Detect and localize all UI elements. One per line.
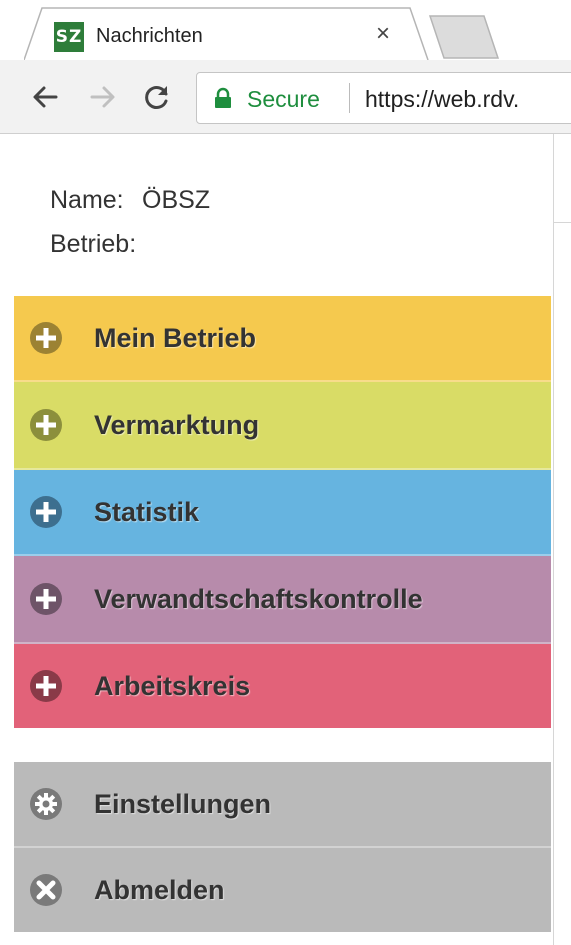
plus-circle-icon — [30, 322, 62, 354]
secure-label: Secure — [247, 86, 320, 112]
menu-item-einstellungen[interactable]: Einstellungen — [14, 762, 551, 848]
settings-menu: Einstellungen Abmelden — [14, 762, 551, 932]
menu-item-verwandtschaftskontrolle[interactable]: Verwandtschaftskontrolle — [14, 556, 551, 644]
name-row: Name: ÖBSZ — [50, 178, 210, 222]
menu-item-vermarktung[interactable]: Vermarktung — [14, 382, 551, 470]
menu-item-mein-betrieb[interactable]: Mein Betrieb — [14, 296, 551, 382]
tab-title: Nachrichten — [96, 25, 203, 47]
plus-circle-icon — [30, 409, 62, 441]
close-circle-icon — [30, 874, 62, 906]
page-content: Name: ÖBSZ Betrieb: Mein Betrieb Vermarkt… — [0, 134, 571, 945]
tab-outline — [24, 7, 429, 60]
plus-circle-icon — [30, 496, 62, 528]
menu-item-arbeitskreis[interactable]: Arbeitskreis — [14, 644, 551, 728]
menu-item-label: Arbeitskreis — [94, 670, 251, 701]
main-menu: Mein Betrieb Vermarktung Statistik Verwa… — [14, 296, 551, 728]
menu-item-label: Statistik — [94, 496, 200, 527]
name-value: ÖBSZ — [142, 186, 211, 214]
browser-tab-bar: SZ Nachrichten × — [0, 0, 571, 60]
name-label: Name: — [50, 186, 124, 214]
back-arrow-icon[interactable] — [28, 80, 62, 114]
menu-item-label: Abmelden — [94, 874, 225, 905]
user-info: Name: ÖBSZ Betrieb: — [50, 178, 210, 266]
plus-circle-icon — [30, 583, 62, 615]
address-bar[interactable]: Secure https://web.rdv. — [196, 72, 571, 124]
panel-border — [553, 134, 554, 945]
betrieb-label: Betrieb: — [50, 230, 137, 258]
address-separator — [349, 83, 350, 113]
site-favicon: SZ — [54, 22, 84, 52]
menu-item-label: Verwandtschaftskontrolle — [94, 583, 423, 614]
menu-item-label: Einstellungen — [94, 788, 272, 819]
new-tab-button[interactable] — [424, 14, 504, 60]
lock-icon — [215, 87, 231, 108]
url-text[interactable]: https://web.rdv. — [365, 86, 519, 113]
plus-circle-icon — [30, 670, 62, 702]
menu-item-abmelden[interactable]: Abmelden — [14, 848, 551, 932]
browser-toolbar: Secure https://web.rdv. — [0, 60, 571, 134]
menu-item-statistik[interactable]: Statistik — [14, 470, 551, 556]
betrieb-row: Betrieb: — [50, 222, 210, 266]
gear-icon — [30, 788, 62, 820]
forward-arrow-icon[interactable] — [86, 80, 120, 114]
menu-item-label: Mein Betrieb — [94, 322, 257, 353]
tab-close-icon[interactable]: × — [376, 22, 390, 46]
menu-item-label: Vermarktung — [94, 409, 260, 440]
reload-icon[interactable] — [140, 80, 174, 114]
browser-tab[interactable]: SZ Nachrichten × — [24, 6, 430, 60]
panel-border-tick — [553, 222, 571, 223]
